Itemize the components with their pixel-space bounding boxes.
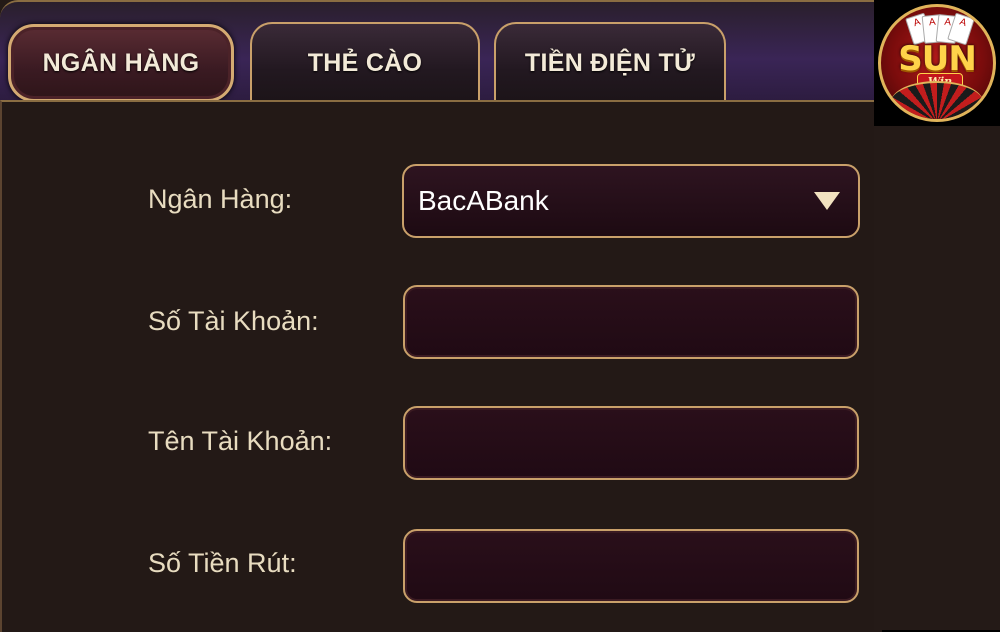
amount-label: Số Tiền Rút: xyxy=(148,548,297,578)
account-number-input[interactable] xyxy=(405,287,857,357)
bank-label: Ngân Hàng: xyxy=(148,184,293,214)
account-number-label: Số Tài Khoản: xyxy=(148,306,319,336)
tab-bank-label: NGÂN HÀNG xyxy=(42,48,200,77)
amount-field[interactable] xyxy=(403,529,859,603)
roulette-icon xyxy=(891,81,983,119)
chevron-down-icon[interactable] xyxy=(814,192,840,210)
sunwin-logo-icon: A A A A SUN Win xyxy=(878,4,996,122)
tab-crypto[interactable]: TIỀN ĐIỆN TỬ xyxy=(494,22,726,102)
tab-bank[interactable]: NGÂN HÀNG xyxy=(8,24,234,102)
withdraw-window: NGÂN HÀNG THẺ CÀO TIỀN ĐIỆN TỬ Ngân Hàng… xyxy=(0,0,1000,632)
amount-input[interactable] xyxy=(405,531,857,601)
account-name-field[interactable] xyxy=(403,406,859,480)
bank-select[interactable]: BacABank xyxy=(402,164,860,238)
account-name-input[interactable] xyxy=(405,408,857,478)
bank-select-value: BacABank xyxy=(418,185,549,216)
tab-scratch-card[interactable]: THẺ CÀO xyxy=(250,22,480,102)
brand-logo: A A A A SUN Win xyxy=(874,0,1000,126)
tab-crypto-label: TIỀN ĐIỆN TỬ xyxy=(524,48,696,77)
account-name-label: Tên Tài Khoản: xyxy=(148,426,333,456)
right-edge xyxy=(874,126,1000,630)
tab-scratch-card-label: THẺ CÀO xyxy=(307,48,423,77)
account-number-field[interactable] xyxy=(403,285,859,359)
